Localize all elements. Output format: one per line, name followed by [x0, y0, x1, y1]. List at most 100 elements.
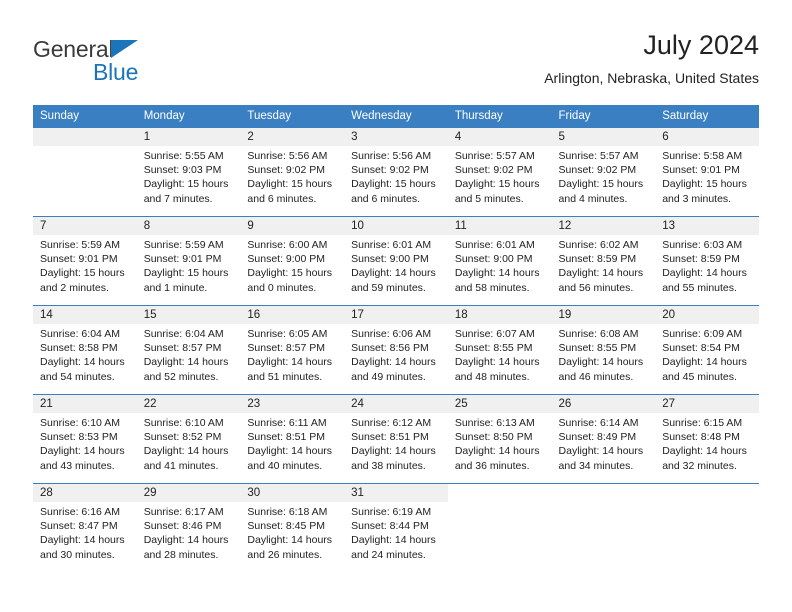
sunrise-text: Sunrise: 5:56 AM — [351, 150, 432, 162]
daylight-text-line2: and 7 minutes. — [143, 192, 213, 205]
day-cell[interactable]: 26 Sunrise: 6:14 AM Sunset: 8:49 PM Dayl… — [551, 394, 656, 484]
day-cell[interactable]: 4 Sunrise: 5:57 AM Sunset: 9:02 PM Dayli… — [447, 127, 552, 217]
daylight-text-line1: Daylight: 15 hours — [247, 178, 333, 191]
sunset-text: Sunset: 9:01 PM — [143, 253, 222, 266]
day-cell[interactable]: 14 Sunrise: 6:04 AM Sunset: 8:58 PM Dayl… — [33, 305, 137, 395]
sunrise-text: Sunrise: 6:16 AM — [40, 506, 120, 518]
day-cell[interactable]: 6 Sunrise: 5:58 AM Sunset: 9:01 PM Dayli… — [655, 127, 759, 217]
day-cell[interactable]: 13 Sunrise: 6:03 AM Sunset: 8:59 PM Dayl… — [655, 216, 759, 306]
sunrise-text: Sunrise: 6:04 AM — [40, 328, 120, 340]
daylight-text-line1: Daylight: 14 hours — [351, 445, 436, 458]
day-details: Sunrise: 6:04 AM Sunset: 8:57 PM Dayligh… — [137, 324, 241, 384]
day-cell[interactable]: 23 Sunrise: 6:11 AM Sunset: 8:51 PM Dayl… — [240, 394, 345, 484]
day-details: Sunrise: 5:59 AM Sunset: 9:01 PM Dayligh… — [33, 235, 137, 295]
sunset-text: Sunset: 8:52 PM — [143, 431, 222, 444]
page-title: July 2024 — [643, 30, 759, 60]
day-cell[interactable]: 20 Sunrise: 6:09 AM Sunset: 8:54 PM Dayl… — [655, 305, 759, 395]
day-cell[interactable]: 7 Sunrise: 5:59 AM Sunset: 9:01 PM Dayli… — [33, 216, 137, 306]
sunset-text: Sunset: 8:51 PM — [351, 431, 429, 444]
sunrise-text: Sunrise: 6:02 AM — [558, 239, 639, 251]
day-header-thursday: Thursday — [447, 105, 552, 128]
day-cell[interactable]: 17 Sunrise: 6:06 AM Sunset: 8:56 PM Dayl… — [344, 305, 448, 395]
logo-secondary-text: Blue — [93, 59, 139, 85]
day-cell[interactable]: 22 Sunrise: 6:10 AM Sunset: 8:52 PM Dayl… — [136, 394, 241, 484]
sunrise-text: Sunrise: 5:59 AM — [143, 239, 224, 251]
day-number: 11 — [447, 217, 552, 235]
sunrise-text: Sunrise: 6:01 AM — [351, 239, 432, 251]
day-cell[interactable]: 2 Sunrise: 5:56 AM Sunset: 9:02 PM Dayli… — [240, 127, 345, 217]
daylight-text-line1: Daylight: 14 hours — [143, 534, 229, 547]
day-number: 5 — [551, 128, 656, 146]
day-cell[interactable]: 1 Sunrise: 5:55 AM Sunset: 9:03 PM Dayli… — [136, 127, 241, 217]
sunset-text: Sunset: 8:59 PM — [558, 253, 637, 266]
day-cell[interactable]: 27 Sunrise: 6:15 AM Sunset: 8:48 PM Dayl… — [655, 394, 759, 484]
daylight-text-line2: and 3 minutes. — [662, 192, 732, 205]
calendar-page: General Blue July 2024 Arlington, Nebras… — [0, 0, 792, 612]
general-blue-logo[interactable]: General Blue — [33, 36, 233, 92]
day-cell[interactable]: 29 Sunrise: 6:17 AM Sunset: 8:46 PM Dayl… — [136, 483, 241, 573]
sunset-text: Sunset: 9:03 PM — [143, 164, 222, 177]
day-details: Sunrise: 5:56 AM Sunset: 9:02 PM Dayligh… — [240, 146, 344, 206]
daylight-text-line2: and 1 minute. — [143, 281, 208, 294]
day-number: 30 — [240, 484, 345, 502]
day-cell[interactable]: 18 Sunrise: 6:07 AM Sunset: 8:55 PM Dayl… — [447, 305, 552, 395]
day-details: Sunrise: 6:13 AM Sunset: 8:50 PM Dayligh… — [448, 413, 552, 473]
sunset-text: Sunset: 8:48 PM — [662, 431, 740, 444]
sunrise-text: Sunrise: 6:19 AM — [351, 506, 432, 518]
daylight-text-line1: Daylight: 14 hours — [454, 267, 540, 280]
day-cell[interactable]: 15 Sunrise: 6:04 AM Sunset: 8:57 PM Dayl… — [136, 305, 241, 395]
sunrise-text: Sunrise: 5:55 AM — [143, 150, 224, 162]
day-number: 22 — [136, 395, 241, 413]
day-cell[interactable]: 9 Sunrise: 6:00 AM Sunset: 9:00 PM Dayli… — [240, 216, 345, 306]
day-number: 12 — [551, 217, 656, 235]
day-cell[interactable]: 31 Sunrise: 6:19 AM Sunset: 8:44 PM Dayl… — [344, 483, 448, 573]
daylight-text-line1: Daylight: 14 hours — [558, 356, 644, 369]
day-cell[interactable]: 16 Sunrise: 6:05 AM Sunset: 8:57 PM Dayl… — [240, 305, 345, 395]
week-row: 14 Sunrise: 6:04 AM Sunset: 8:58 PM Dayl… — [33, 305, 759, 395]
sunrise-text: Sunrise: 6:10 AM — [40, 417, 120, 429]
daylight-text-line1: Daylight: 14 hours — [143, 356, 229, 369]
calendar-grid: Sunday Monday Tuesday Wednesday Thursday… — [33, 105, 759, 573]
sunset-text: Sunset: 8:59 PM — [662, 253, 740, 266]
sunset-text: Sunset: 8:55 PM — [454, 342, 533, 355]
sunset-text: Sunset: 8:58 PM — [40, 342, 118, 355]
day-cell[interactable]: 19 Sunrise: 6:08 AM Sunset: 8:55 PM Dayl… — [551, 305, 656, 395]
day-details: Sunrise: 6:19 AM Sunset: 8:44 PM Dayligh… — [344, 502, 448, 562]
day-details: Sunrise: 6:10 AM Sunset: 8:52 PM Dayligh… — [137, 413, 241, 473]
day-cell[interactable]: 11 Sunrise: 6:01 AM Sunset: 9:00 PM Dayl… — [447, 216, 552, 306]
day-cell[interactable]: 25 Sunrise: 6:13 AM Sunset: 8:50 PM Dayl… — [447, 394, 552, 484]
day-cell[interactable]: 28 Sunrise: 6:16 AM Sunset: 8:47 PM Dayl… — [33, 483, 137, 573]
day-details: Sunrise: 6:17 AM Sunset: 8:46 PM Dayligh… — [137, 502, 241, 562]
sunrise-text: Sunrise: 5:56 AM — [247, 150, 328, 162]
day-number: 21 — [33, 395, 137, 413]
daylight-text-line1: Daylight: 15 hours — [40, 267, 125, 280]
day-cell-empty — [655, 483, 759, 573]
day-cell[interactable]: 3 Sunrise: 5:56 AM Sunset: 9:02 PM Dayli… — [344, 127, 448, 217]
day-cell-empty — [551, 483, 656, 573]
sunset-text: Sunset: 8:47 PM — [40, 520, 118, 533]
sunset-text: Sunset: 9:01 PM — [40, 253, 118, 266]
day-details: Sunrise: 6:09 AM Sunset: 8:54 PM Dayligh… — [655, 324, 759, 384]
day-cell[interactable]: 5 Sunrise: 5:57 AM Sunset: 9:02 PM Dayli… — [551, 127, 656, 217]
day-number: 19 — [551, 306, 656, 324]
title-block: July 2024 Arlington, Nebraska, United St… — [544, 28, 759, 88]
daylight-text-line2: and 40 minutes. — [247, 459, 323, 472]
day-details: Sunrise: 5:57 AM Sunset: 9:02 PM Dayligh… — [448, 146, 552, 206]
daylight-text-line1: Daylight: 14 hours — [247, 534, 333, 547]
sunset-text: Sunset: 8:54 PM — [662, 342, 740, 355]
day-cell[interactable]: 30 Sunrise: 6:18 AM Sunset: 8:45 PM Dayl… — [240, 483, 345, 573]
day-number: 16 — [240, 306, 345, 324]
sunrise-text: Sunrise: 6:11 AM — [247, 417, 327, 429]
day-cell[interactable]: 8 Sunrise: 5:59 AM Sunset: 9:01 PM Dayli… — [136, 216, 241, 306]
daylight-text-line2: and 43 minutes. — [40, 459, 115, 472]
day-details: Sunrise: 6:11 AM Sunset: 8:51 PM Dayligh… — [240, 413, 344, 473]
daylight-text-line1: Daylight: 14 hours — [40, 534, 125, 547]
week-row: 7 Sunrise: 5:59 AM Sunset: 9:01 PM Dayli… — [33, 216, 759, 306]
day-cell[interactable]: 10 Sunrise: 6:01 AM Sunset: 9:00 PM Dayl… — [344, 216, 448, 306]
day-cell[interactable]: 12 Sunrise: 6:02 AM Sunset: 8:59 PM Dayl… — [551, 216, 656, 306]
daylight-text-line1: Daylight: 14 hours — [662, 445, 747, 458]
day-cell[interactable]: 21 Sunrise: 6:10 AM Sunset: 8:53 PM Dayl… — [33, 394, 137, 484]
daylight-text-line2: and 58 minutes. — [454, 281, 530, 294]
day-header-tuesday: Tuesday — [240, 105, 345, 128]
day-cell[interactable]: 24 Sunrise: 6:12 AM Sunset: 8:51 PM Dayl… — [344, 394, 448, 484]
